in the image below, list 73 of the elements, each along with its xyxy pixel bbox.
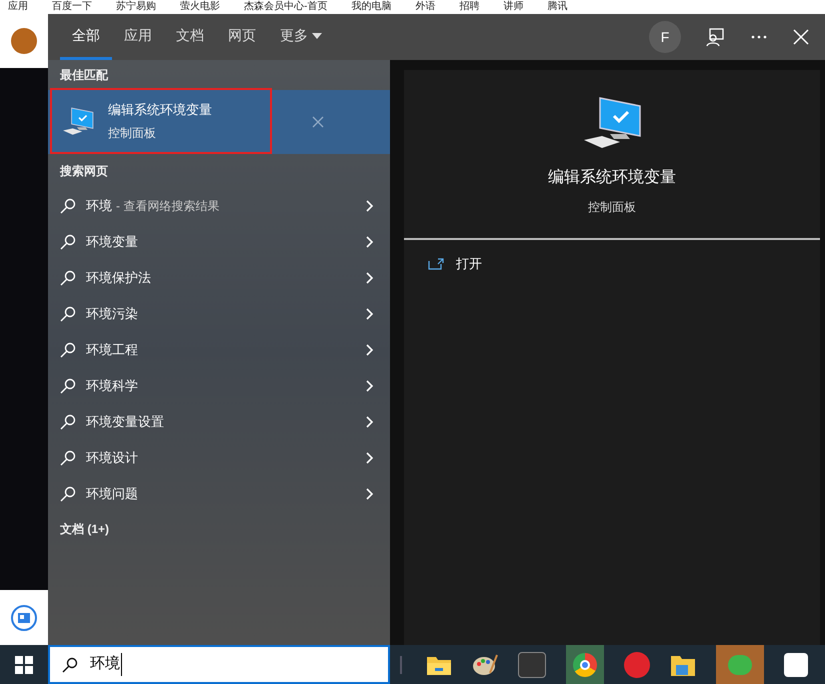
bookmark-link[interactable]: 腾讯 xyxy=(547,1,568,13)
chevron-right-icon xyxy=(366,416,374,428)
web-search-text: 环境设计 xyxy=(86,449,139,468)
palette-icon[interactable] xyxy=(472,652,498,676)
open-window-icon xyxy=(428,258,444,270)
web-search-text: 环境工程 xyxy=(86,341,139,360)
chevron-right-icon xyxy=(366,236,374,248)
bookmark-link[interactable]: 外语 xyxy=(415,1,436,13)
web-search-item[interactable]: 环境工程 xyxy=(48,332,390,368)
news-icon[interactable] xyxy=(10,604,38,632)
web-search-text: 环境 - 查看网络搜索结果 xyxy=(86,197,220,216)
bookmark-link[interactable]: 杰森会员中心-首页 xyxy=(244,1,328,13)
search-tab[interactable]: 文档 xyxy=(164,14,216,60)
result-subtitle: 控制面板 xyxy=(108,124,157,142)
search-text: 环境 xyxy=(90,653,122,676)
web-search-item[interactable]: 环境保护法 xyxy=(48,260,390,296)
preview-title: 编辑系统环境变量 xyxy=(548,168,676,188)
web-search-item[interactable]: 环境变量设置 xyxy=(48,404,390,440)
chevron-right-icon xyxy=(366,308,374,320)
chevron-right-icon xyxy=(366,380,374,392)
search-tab[interactable]: 应用 xyxy=(112,14,164,60)
computer-icon xyxy=(62,106,94,136)
search-field[interactable]: 环境 xyxy=(48,645,390,684)
result-title: 编辑系统环境变量 xyxy=(108,101,212,120)
chevron-right-icon xyxy=(366,452,374,464)
bookmark-link[interactable]: 招聘 xyxy=(459,1,480,13)
search-icon xyxy=(60,450,76,466)
chevron-right-icon xyxy=(366,272,374,284)
open-action[interactable]: 打开 xyxy=(404,254,820,274)
search-icon xyxy=(60,378,76,394)
computer-icon xyxy=(582,96,642,150)
app-icon[interactable] xyxy=(784,652,808,676)
search-tab[interactable]: 更多 xyxy=(268,14,334,60)
round-app-icon[interactable] xyxy=(624,652,650,678)
search-icon xyxy=(62,656,78,672)
feedback-icon[interactable] xyxy=(705,27,725,47)
best-match-item[interactable]: 编辑系统环境变量 控制面板 xyxy=(48,90,390,154)
account-button[interactable]: F xyxy=(649,21,681,53)
search-icon xyxy=(60,342,76,358)
search-icon xyxy=(60,270,76,286)
web-search-text: 环境问题 xyxy=(86,485,139,504)
web-search-text: 环境变量设置 xyxy=(86,413,165,432)
web-search-item[interactable]: 环境问题 xyxy=(48,476,390,512)
chevron-right-icon xyxy=(366,488,374,500)
bookmark-link[interactable]: 我的电脑 xyxy=(351,1,392,13)
web-search-item[interactable]: 环境变量 xyxy=(48,224,390,260)
web-search-text: 环境保护法 xyxy=(86,269,152,288)
search-icon xyxy=(60,306,76,322)
section-heading: 文档 (1+) xyxy=(59,521,110,538)
search-icon xyxy=(60,414,76,430)
windows-start-icon[interactable] xyxy=(15,656,33,674)
web-search-item[interactable]: 环境设计 xyxy=(48,440,390,476)
chevron-right-icon xyxy=(366,200,374,212)
web-search-text: 环境污染 xyxy=(86,305,139,324)
bookmark-link[interactable]: 苏宁易购 xyxy=(116,1,156,13)
bookmark-link[interactable]: 萤火电影 xyxy=(180,1,220,13)
search-tab[interactable]: 网页 xyxy=(216,14,268,60)
section-heading: 最佳匹配 xyxy=(59,67,109,84)
web-search-text: 环境变量 xyxy=(86,233,139,252)
search-icon xyxy=(60,198,76,214)
web-search-item[interactable]: 环境污染 xyxy=(48,296,390,332)
chevron-right-icon xyxy=(366,344,374,356)
chrome-icon[interactable] xyxy=(566,645,604,684)
web-search-item[interactable]: 环境科学 xyxy=(48,368,390,404)
bookmark-link[interactable]: 百度一下 xyxy=(52,1,92,13)
bookmark-link[interactable]: 应用 xyxy=(8,1,28,13)
preview-subtitle: 控制面板 xyxy=(588,199,636,216)
search-icon xyxy=(60,486,76,502)
web-search-text: 环境科学 xyxy=(86,377,139,396)
section-heading: 搜索网页 xyxy=(58,163,109,180)
web-search-item[interactable]: 环境 - 查看网络搜索结果 xyxy=(48,188,390,224)
bookmark-link[interactable]: 讲师 xyxy=(503,1,524,13)
search-icon xyxy=(60,234,76,250)
